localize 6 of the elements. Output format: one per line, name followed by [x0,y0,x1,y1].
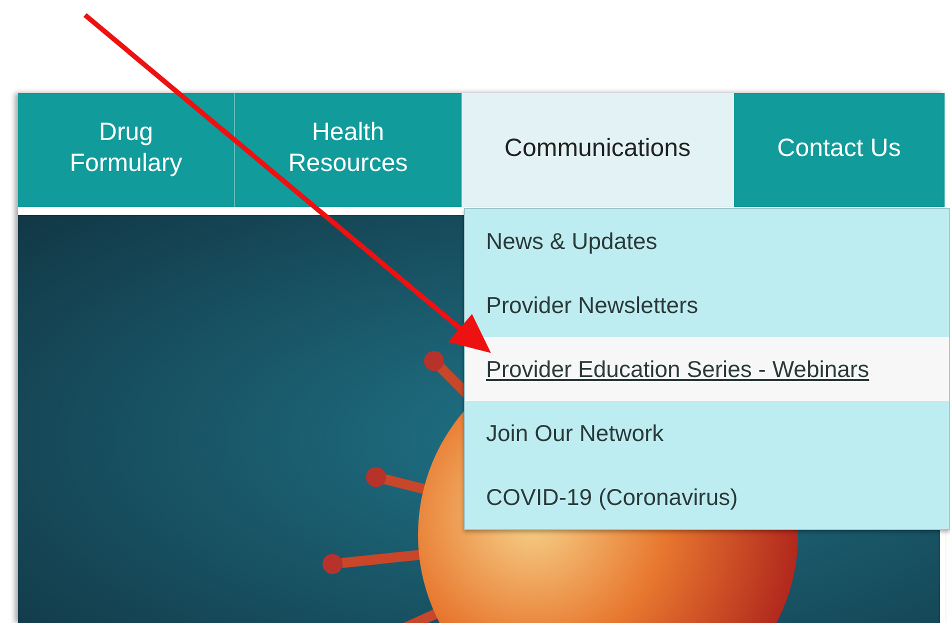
menu-item[interactable]: Provider Education Series - Webinars [465,337,949,401]
menu-item[interactable]: News & Updates [465,209,949,273]
nav-tab[interactable]: Communications [462,93,734,207]
menu-item[interactable]: Provider Newsletters [465,273,949,337]
menu-item[interactable]: Join Our Network [465,401,949,465]
menu-item[interactable]: COVID-19 (Coronavirus) [465,465,949,529]
